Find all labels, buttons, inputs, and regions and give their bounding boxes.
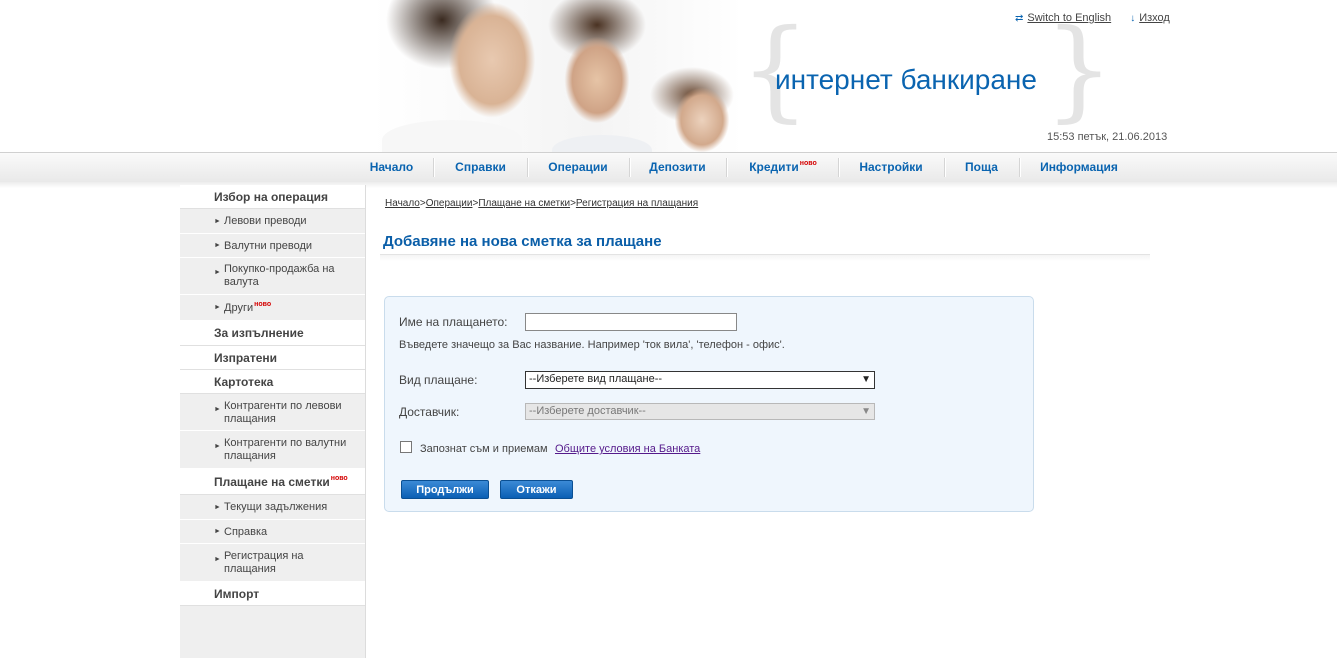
nav-label: Операции xyxy=(548,160,608,174)
chevron-down-icon: ▼ xyxy=(861,406,871,417)
swap-icon: ⇄ xyxy=(1015,13,1024,24)
terms-link[interactable]: Общите условия на Банката xyxy=(555,443,700,455)
page-title: Добавяне на нова сметка за плащане xyxy=(383,233,662,250)
bullet-arrow-icon: ► xyxy=(214,406,221,413)
bullet-arrow-icon: ► xyxy=(214,556,221,563)
sidebar-label: Картотека xyxy=(214,375,274,389)
sidebar-item-bgn-transfers[interactable]: ► Левови преводи xyxy=(180,209,365,234)
breadcrumb: Начало>Операции>Плащане на сметки>Регист… xyxy=(385,198,698,209)
sidebar-item-fx-transfers[interactable]: ► Валутни преводи xyxy=(180,234,365,258)
sidebar-heading-bill-payments[interactable]: Плащане на сметкиново xyxy=(180,469,365,495)
nav-item-credits[interactable]: Кредитиново xyxy=(738,153,828,182)
bullet-arrow-icon: ► xyxy=(214,304,221,311)
sidebar-item-fx-counterparties[interactable]: ► Контрагенти по валутни плащания xyxy=(180,431,365,469)
bullet-arrow-icon: ► xyxy=(214,528,221,535)
arrow-down-icon: ↓ xyxy=(1130,13,1136,24)
hero-banner-image xyxy=(372,0,742,152)
sidebar-label: За изпълнение xyxy=(214,326,304,340)
sidebar-item-report[interactable]: ► Справка xyxy=(180,520,365,544)
breadcrumb-link-home[interactable]: Начало xyxy=(385,198,420,209)
nav-item-deposits[interactable]: Депозити xyxy=(640,153,715,182)
nav-label: Депозити xyxy=(649,160,706,174)
nav-label: Начало xyxy=(369,160,414,174)
breadcrumb-link-payment-registration[interactable]: Регистрация на плащания xyxy=(576,198,698,209)
new-badge: ново xyxy=(330,475,348,482)
payment-name-label: Име на плащането: xyxy=(399,315,508,329)
payment-name-hint: Въведете значещо за Вас название. Наприм… xyxy=(399,339,785,351)
supplier-label: Доставчик: xyxy=(399,405,460,419)
sidebar-label: Текущи задължения xyxy=(224,501,328,513)
datetime: 15:53 петък, 21.06.2013 xyxy=(1047,131,1168,143)
sidebar-label: Контрагенти по левови плащания xyxy=(224,400,342,425)
nav-item-home[interactable]: Начало xyxy=(360,153,423,182)
sidebar-heading-pending[interactable]: За изпълнение xyxy=(180,321,365,346)
title-divider xyxy=(380,254,1150,261)
nav-item-mail[interactable]: Поща xyxy=(955,153,1008,182)
sidebar-label: Други xyxy=(224,302,254,314)
cancel-button[interactable]: Откажи xyxy=(500,480,573,499)
breadcrumb-link-operations[interactable]: Операции xyxy=(426,198,473,209)
nav-label: Информация xyxy=(1040,160,1118,174)
continue-button[interactable]: Продължи xyxy=(401,480,489,499)
brace-right-decoration: } xyxy=(1044,5,1114,133)
sidebar-label: Левови преводи xyxy=(224,215,307,227)
sidebar-heading-sent[interactable]: Изпратени xyxy=(180,346,365,370)
chevron-down-icon: ▼ xyxy=(861,374,871,385)
nav-label: Справки xyxy=(455,160,506,174)
sidebar-label: Изпратени xyxy=(214,351,278,365)
nav-item-reports[interactable]: Справки xyxy=(445,153,516,182)
sidebar-item-bgn-counterparties[interactable]: ► Контрагенти по левови плащания xyxy=(180,394,365,431)
switch-language-link[interactable]: Switch to English xyxy=(1027,12,1111,24)
bullet-arrow-icon: ► xyxy=(214,218,221,225)
sidebar-label: Покупко-продажба на валута xyxy=(224,263,335,288)
payment-type-value: --Изберете вид плащане-- xyxy=(529,373,663,385)
nav-label: Настройки xyxy=(859,160,923,174)
sidebar-heading-catalog[interactable]: Картотека xyxy=(180,370,365,394)
sidebar-label: Импорт xyxy=(214,587,260,601)
supplier-select[interactable]: --Изберете доставчик-- ▼ xyxy=(525,403,875,420)
nav-item-settings[interactable]: Настройки xyxy=(850,153,932,182)
logout-link[interactable]: Изход xyxy=(1139,12,1170,24)
payment-type-label: Вид плащане: xyxy=(399,373,478,387)
sidebar-label: Плащане на сметки xyxy=(214,475,330,489)
nav-label: Поща xyxy=(965,160,998,174)
sidebar-item-current-liabilities[interactable]: ► Текущи задължения xyxy=(180,495,365,520)
sidebar-item-payment-registration[interactable]: ► Регистрация на плащания xyxy=(180,544,365,582)
bullet-arrow-icon: ► xyxy=(214,504,221,511)
brand-title: интернет банкиране xyxy=(775,64,1037,95)
breadcrumb-link-bill-payments[interactable]: Плащане на сметки xyxy=(478,198,570,209)
sidebar-heading-choose-operation[interactable]: Избор на операция xyxy=(180,185,365,209)
sidebar-label: Валутни преводи xyxy=(224,240,313,252)
bullet-arrow-icon: ► xyxy=(214,269,221,276)
sidebar: Избор на операция ► Левови преводи ► Валут… xyxy=(180,185,366,658)
payment-name-input[interactable] xyxy=(525,313,737,331)
sidebar-label: Контрагенти по валутни плащания xyxy=(224,437,347,462)
nav-item-operations[interactable]: Операции xyxy=(538,153,618,182)
main-nav: Начало Справки Операции Депозити Кредити… xyxy=(0,152,1337,183)
new-badge: ново xyxy=(254,301,272,308)
sidebar-item-other[interactable]: ► Другиново xyxy=(180,295,365,321)
payment-type-select[interactable]: --Изберете вид плащане-- ▼ xyxy=(525,371,875,389)
sidebar-label: Регистрация на плащания xyxy=(224,550,304,575)
add-payment-form: Име на плащането: Въведете значещо за Ва… xyxy=(384,296,1034,512)
bullet-arrow-icon: ► xyxy=(214,242,221,249)
supplier-value: --Изберете доставчик-- xyxy=(529,405,646,417)
terms-checkbox[interactable] xyxy=(400,441,412,453)
sidebar-item-currency-exchange[interactable]: ► Покупко-продажба на валута xyxy=(180,258,365,295)
terms-text: Запознат съм и приемам xyxy=(420,443,548,455)
bullet-arrow-icon: ► xyxy=(214,443,221,450)
new-badge: ново xyxy=(799,160,817,167)
top-links: ⇄ Switch to English ↓ Изход xyxy=(1015,12,1186,24)
nav-label: Кредити xyxy=(749,160,799,174)
sidebar-label: Избор на операция xyxy=(214,190,328,204)
nav-item-information[interactable]: Информация xyxy=(1030,153,1128,182)
sidebar-heading-import[interactable]: Импорт xyxy=(180,582,365,606)
sidebar-label: Справка xyxy=(224,526,268,538)
